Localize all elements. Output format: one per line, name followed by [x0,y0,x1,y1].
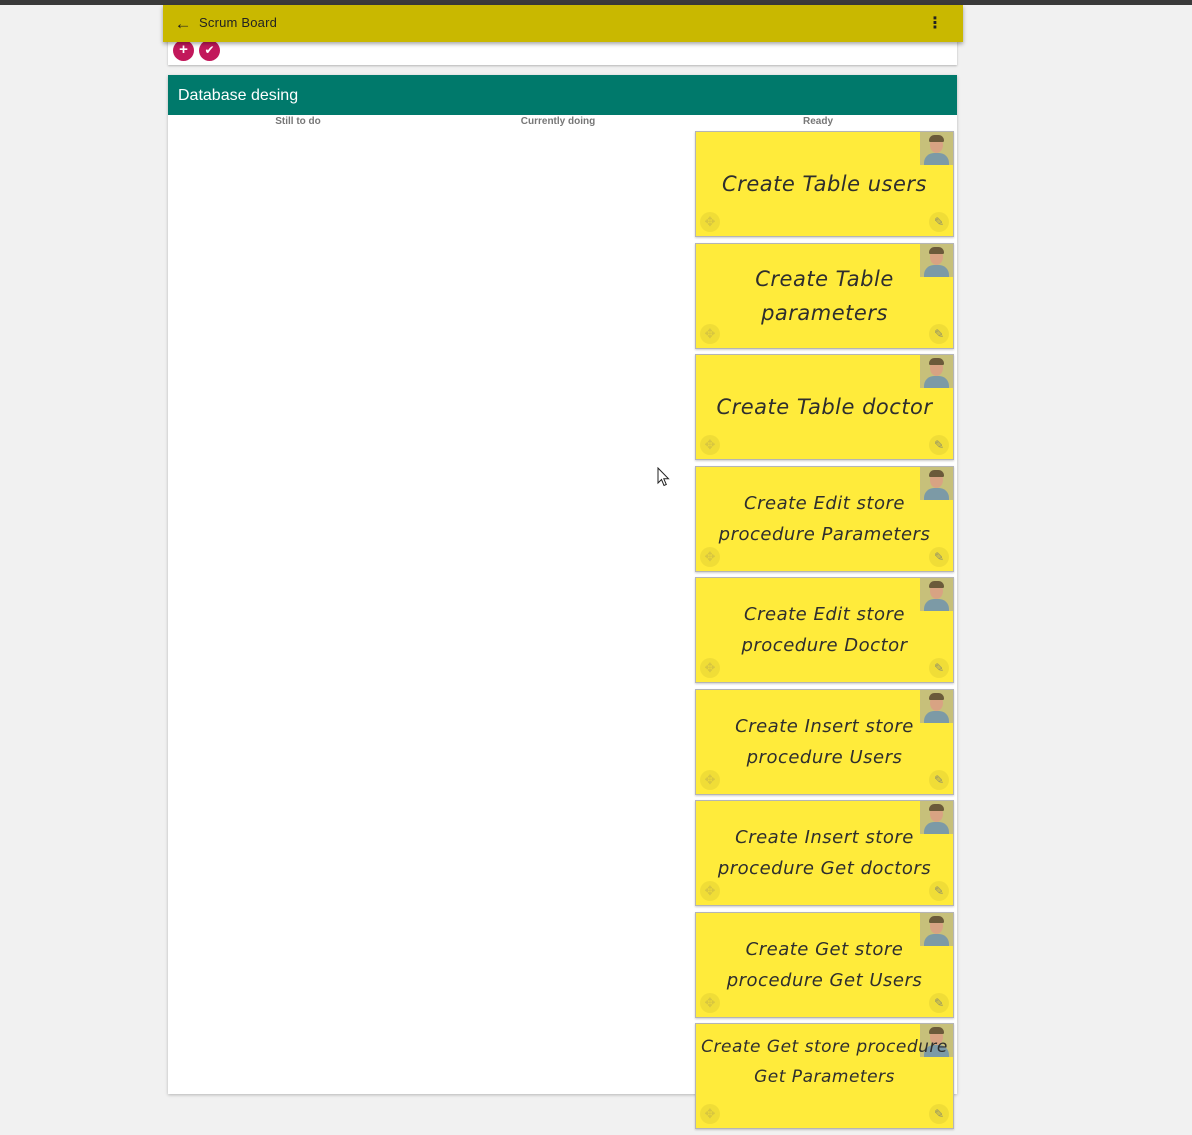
move-icon[interactable]: ✥ [700,881,720,901]
card-text: Create Insert store procedure Get doctor… [717,827,932,879]
column-header-still-to-do: Still to do [275,116,321,127]
move-icon[interactable]: ✥ [700,1104,720,1124]
edit-pencil-icon[interactable]: ✎ [929,323,949,344]
edit-pencil-icon[interactable]: ✎ [929,992,949,1013]
done-button[interactable]: ✔ [199,40,220,61]
card-text: Create Table parameters [755,266,894,325]
move-icon[interactable]: ✥ [700,769,720,790]
column-header-currently-doing: Currently doing [520,116,596,127]
edit-pencil-icon[interactable]: ✎ [929,1104,949,1124]
card-text: Create Edit store procedure Parameters [718,492,931,545]
edit-pencil-icon[interactable]: ✎ [929,881,949,901]
task-card[interactable]: Create Insert store procedure Get doctor… [695,800,954,906]
move-icon[interactable]: ✥ [700,546,720,567]
column-header-ready: Ready [802,116,833,127]
task-card[interactable]: Create Table doctor ✥ ✎ [695,354,954,460]
move-icon[interactable]: ✥ [700,435,720,455]
card-text: Create Get store procedure Get Users [726,938,923,991]
board-header: Database desing [168,75,957,115]
card-text: Create Insert store procedure Users [735,715,914,768]
card-text: Create Table users [722,172,927,196]
back-arrow-icon[interactable]: ← [173,13,193,33]
edit-pencil-icon[interactable]: ✎ [929,546,949,567]
task-card[interactable]: Create Get store procedure Get Users ✥ ✎ [695,911,954,1018]
move-icon[interactable]: ✥ [700,212,720,232]
card-text: Create Table doctor [716,395,933,419]
task-card[interactable]: Create Table users ✥ ✎ [695,131,954,237]
mouse-cursor-icon [657,467,670,487]
app-title: Scrum Board [199,15,278,30]
app-bar: ← Scrum Board ⋮ [163,5,963,42]
edit-pencil-icon[interactable]: ✎ [929,212,949,232]
move-icon[interactable]: ✥ [700,323,720,344]
task-card[interactable]: Create Table parameters ✥ ✎ [695,242,954,349]
board-title: Database desing [178,87,299,104]
card-text: Create Edit store procedure Doctor [741,604,908,656]
move-icon[interactable]: ✥ [700,992,720,1013]
move-icon[interactable]: ✥ [700,658,720,678]
edit-pencil-icon[interactable]: ✎ [929,658,949,678]
add-button[interactable]: + [173,40,194,61]
scrum-board: Database desing Still to do Currently do… [168,75,957,1129]
task-card[interactable]: Create Edit store procedure Parameters ✥… [695,465,954,572]
card-text: Create Get store procedure Get Parameter… [701,1037,948,1087]
more-options-icon[interactable]: ⋮ [925,14,945,34]
task-card[interactable]: Create Get store procedure Get Parameter… [695,1023,954,1129]
task-card[interactable]: Create Edit store procedure Doctor ✥ ✎ [695,577,954,683]
edit-pencil-icon[interactable]: ✎ [929,435,949,455]
actions-bar: + ✔ [168,40,957,65]
edit-pencil-icon[interactable]: ✎ [929,769,949,790]
ready-column-cards: Create Table users ✥ ✎ Create Table para… [695,131,954,1135]
task-card[interactable]: Create Insert store procedure Users ✥ ✎ [695,688,954,795]
